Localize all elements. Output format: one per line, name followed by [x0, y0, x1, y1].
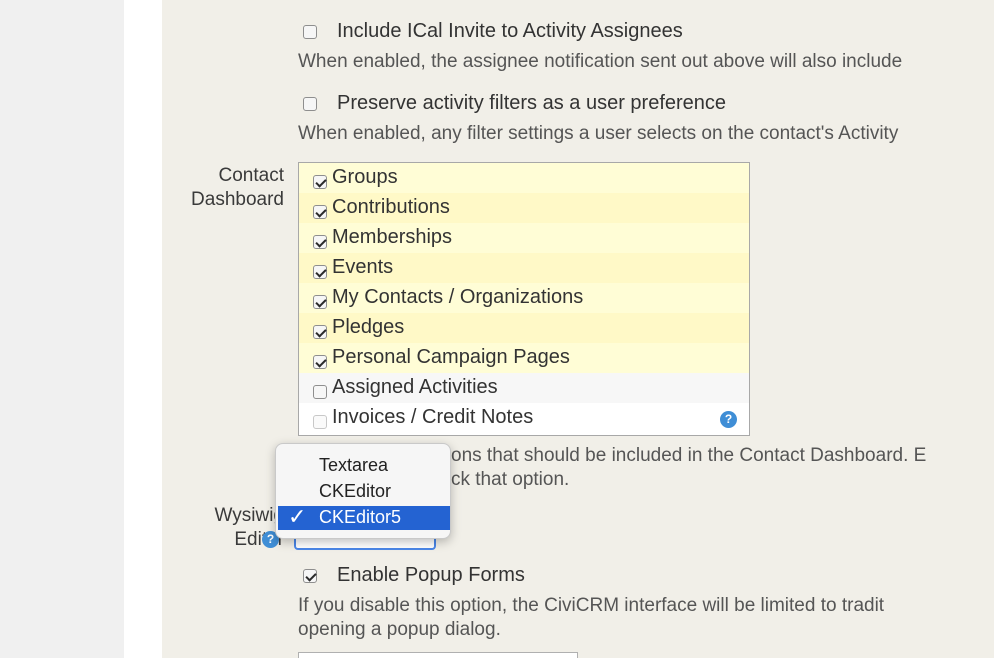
- dropdown-option-ckeditor[interactable]: CKEditor: [278, 480, 450, 504]
- sidebar-divider-strip: [124, 0, 162, 658]
- dashboard-checkbox-contributions[interactable]: [313, 205, 327, 219]
- dashboard-checkbox-memberships[interactable]: [313, 235, 327, 249]
- dashboard-checkbox-assigned-activities[interactable]: [313, 385, 327, 399]
- dashboard-option-memberships[interactable]: Memberships: [299, 223, 749, 253]
- dashboard-checkbox-invoices[interactable]: [313, 415, 327, 429]
- dashboard-option-pledges[interactable]: Pledges: [299, 313, 749, 343]
- dashboard-checkbox-pledges[interactable]: [313, 325, 327, 339]
- dashboard-option-invoices[interactable]: Invoices / Credit Notes ?: [299, 403, 749, 433]
- ical-invite-checkbox[interactable]: [303, 25, 317, 39]
- dashboard-checkbox-my-contacts[interactable]: [313, 295, 327, 309]
- popup-forms-description-line2: opening a popup dialog.: [298, 619, 501, 640]
- dashboard-checkbox-groups[interactable]: [313, 175, 327, 189]
- preserve-filters-checkbox[interactable]: [303, 97, 317, 111]
- dashboard-option-my-contacts[interactable]: My Contacts / Organizations: [299, 283, 749, 313]
- question-icon[interactable]: ?: [720, 411, 737, 428]
- ical-invite-label: Include ICal Invite to Activity Assignee…: [337, 20, 683, 42]
- dashboard-option-groups[interactable]: Groups: [299, 163, 749, 193]
- checkmark-icon: ✓: [288, 504, 307, 529]
- dropdown-option-ckeditor5[interactable]: ✓ CKEditor5: [278, 504, 450, 530]
- contact-dashboard-description-line1: ons that should be included in the Conta…: [451, 445, 927, 466]
- next-field-input[interactable]: [298, 652, 578, 658]
- contact-dashboard-label: Contact Dashboard: [191, 165, 284, 210]
- dashboard-checkbox-events[interactable]: [313, 265, 327, 279]
- ical-invite-description: When enabled, the assignee notification …: [298, 51, 903, 72]
- wysiwyg-editor-dropdown[interactable]: Textarea CKEditor ✓ CKEditor5: [275, 443, 451, 539]
- contact-dashboard-listbox[interactable]: Groups Contributions Memberships Events …: [298, 162, 750, 436]
- dashboard-option-events[interactable]: Events: [299, 253, 749, 283]
- preserve-filters-label: Preserve activity filters as a user pref…: [337, 92, 727, 114]
- left-gutter: [0, 0, 124, 658]
- preserve-filters-description: When enabled, any filter settings a user…: [298, 123, 899, 144]
- enable-popup-forms-checkbox[interactable]: [303, 569, 317, 583]
- contact-dashboard-description-line2: ck that option.: [451, 469, 570, 490]
- dashboard-checkbox-pcp[interactable]: [313, 355, 327, 369]
- dropdown-option-textarea[interactable]: Textarea: [278, 454, 450, 478]
- dashboard-option-pcp[interactable]: Personal Campaign Pages: [299, 343, 749, 373]
- dashboard-option-assigned-activities[interactable]: Assigned Activities: [299, 373, 749, 403]
- enable-popup-forms-label: Enable Popup Forms: [337, 564, 525, 586]
- dashboard-option-contributions[interactable]: Contributions: [299, 193, 749, 223]
- popup-forms-description-line1: If you disable this option, the CiviCRM …: [298, 595, 885, 616]
